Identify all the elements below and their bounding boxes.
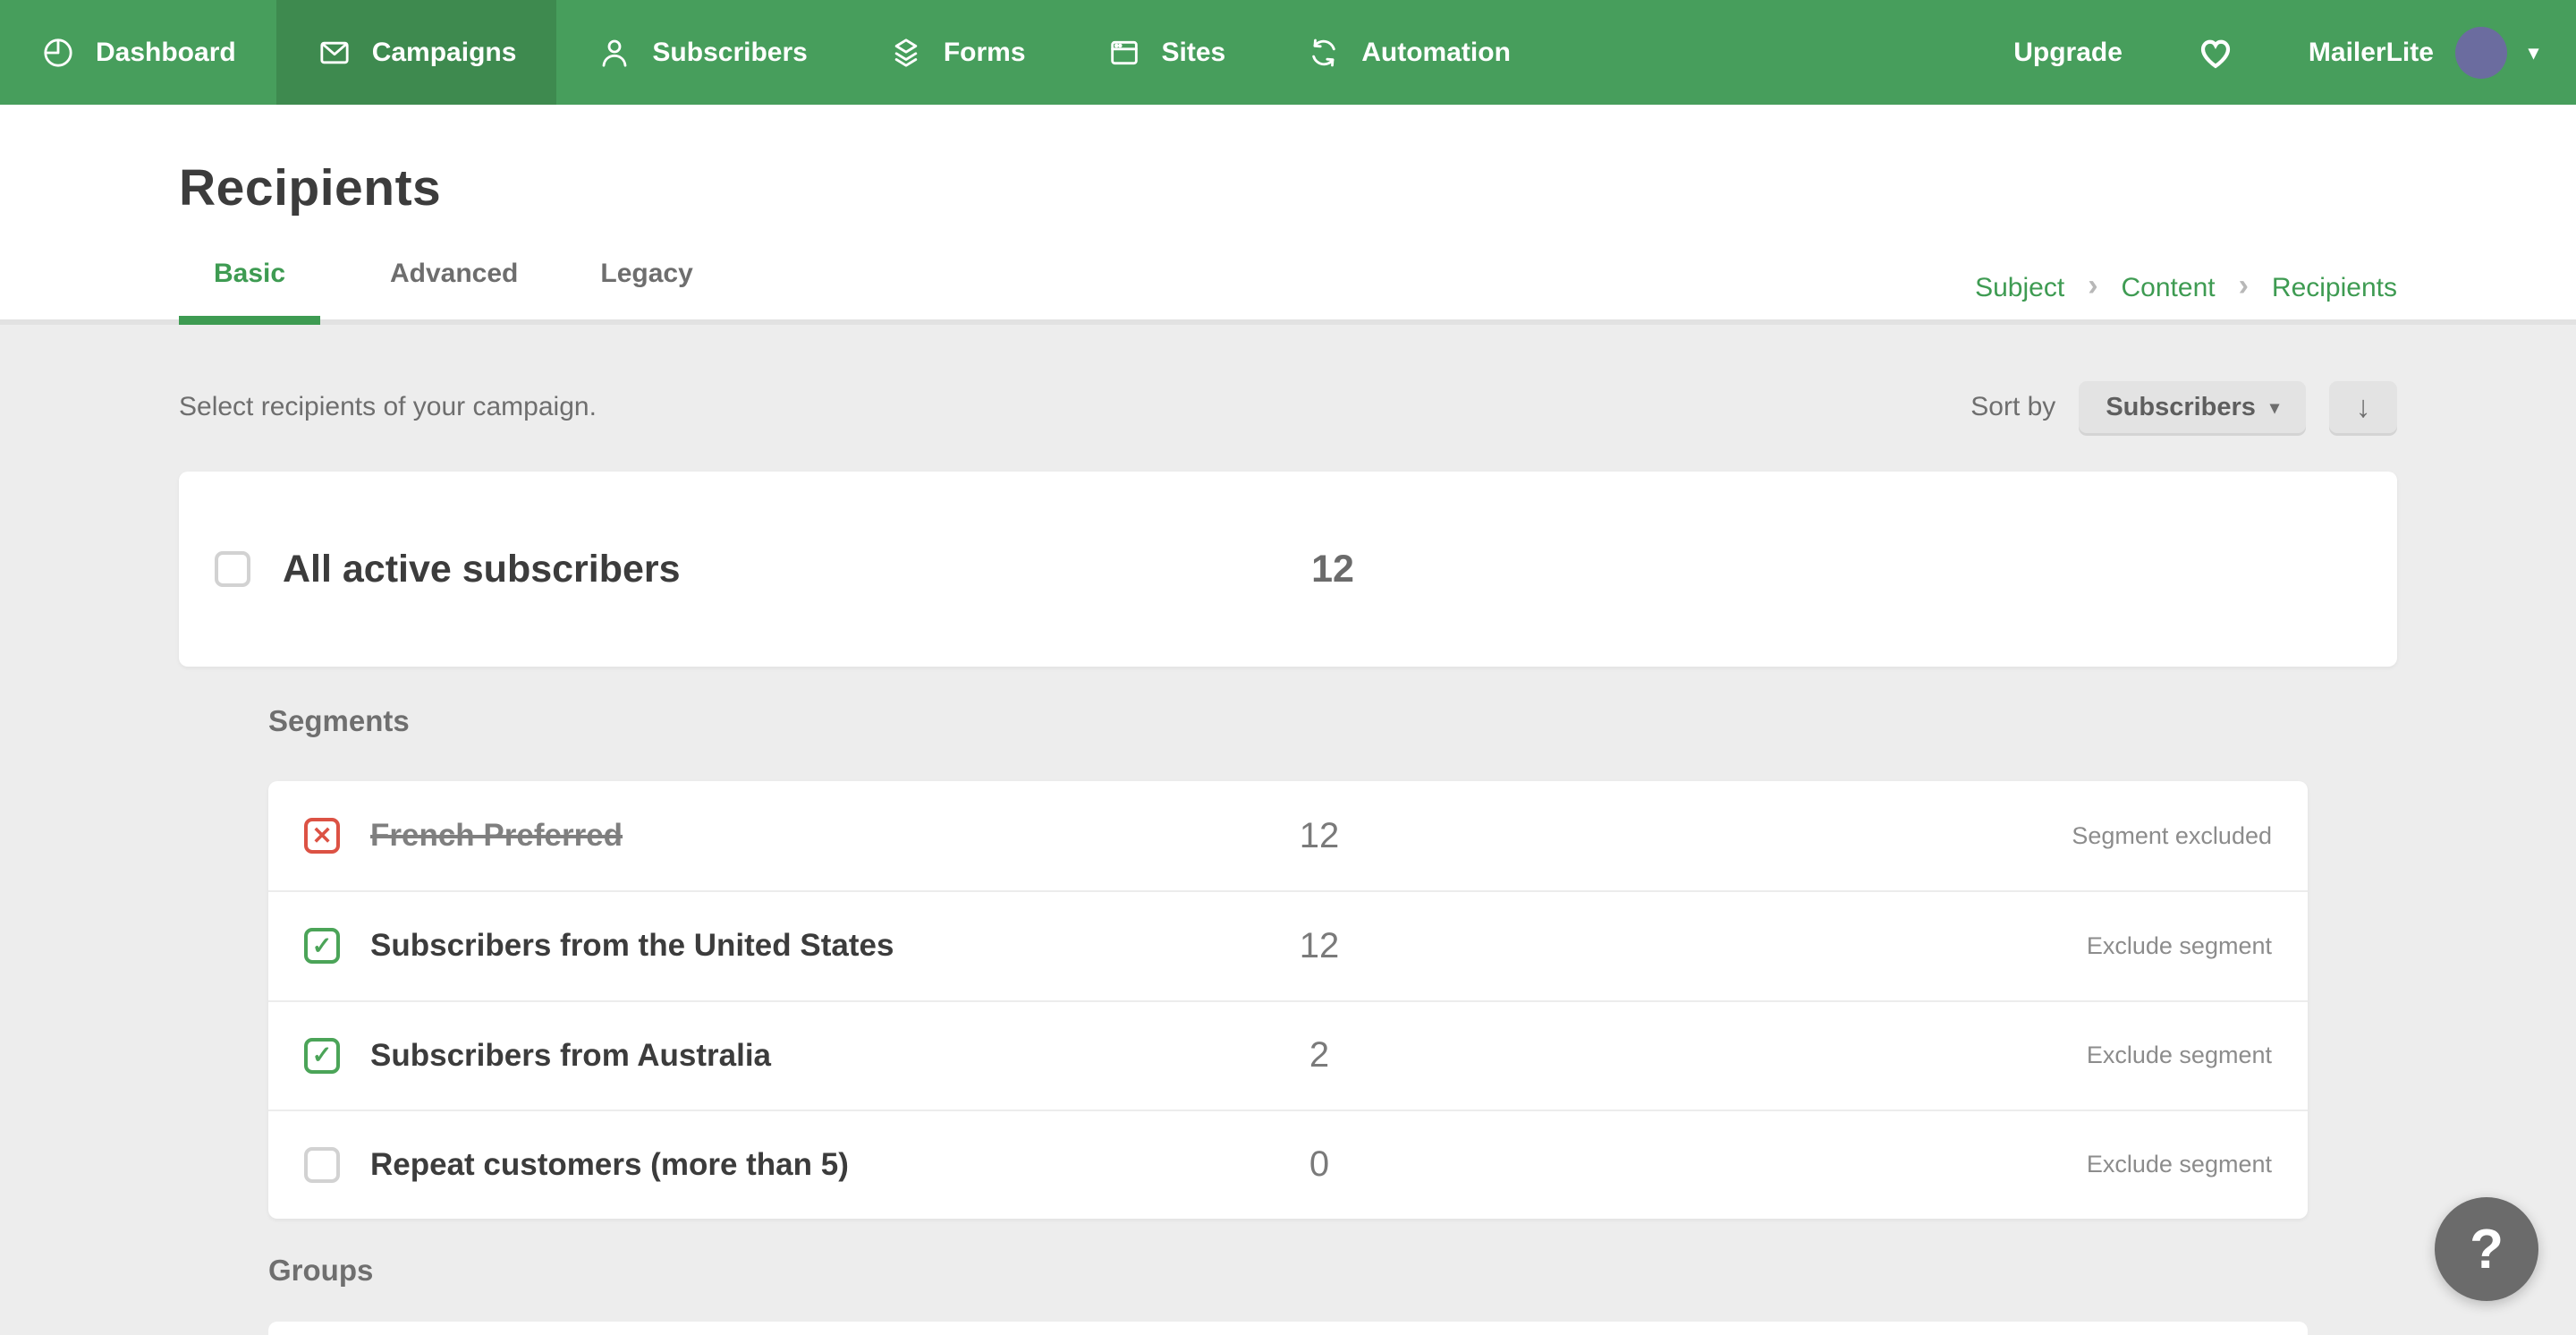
- upgrade-link[interactable]: Upgrade: [2013, 38, 2123, 68]
- segment-label: French Preferred: [370, 818, 623, 854]
- tab-legacy[interactable]: Legacy: [600, 259, 692, 319]
- segment-label: Subscribers from the United States: [370, 928, 894, 964]
- tab-advanced[interactable]: Advanced: [390, 259, 518, 319]
- segment-row[interactable]: Repeat customers (more than 5) 0 Exclude…: [268, 1110, 2308, 1219]
- nav-item-automation[interactable]: Automation: [1266, 0, 1551, 105]
- account-menu[interactable]: MailerLite ▾: [2309, 27, 2538, 79]
- forms-icon: [888, 35, 924, 71]
- page-header: Recipients Subject › Content › Recipient…: [0, 105, 2576, 325]
- breadcrumb-subject[interactable]: Subject: [1975, 273, 2064, 303]
- breadcrumb-content[interactable]: Content: [2122, 273, 2216, 303]
- all-active-count: 12: [1288, 548, 1377, 591]
- heart-icon[interactable]: [2196, 34, 2235, 72]
- help-button[interactable]: ?: [2435, 1197, 2538, 1301]
- nav-item-label: Campaigns: [372, 38, 517, 68]
- chevron-down-icon: ▾: [2529, 43, 2538, 63]
- segment-checkbox[interactable]: [304, 1147, 340, 1183]
- segment-count: 0: [1279, 1144, 1360, 1185]
- nav-item-label: Dashboard: [96, 38, 236, 68]
- nav-item-label: Forms: [944, 38, 1026, 68]
- segment-label: Subscribers from Australia: [370, 1038, 771, 1074]
- chevron-right-icon: ›: [2088, 270, 2097, 301]
- sites-icon: [1106, 35, 1142, 71]
- segment-action[interactable]: Exclude segment: [2087, 1151, 2272, 1178]
- nav-item-dashboard[interactable]: Dashboard: [0, 0, 276, 105]
- page-description: Select recipients of your campaign.: [179, 392, 597, 422]
- segment-count: 12: [1279, 816, 1360, 856]
- all-active-label: All active subscribers: [283, 548, 681, 591]
- nav-item-label: Automation: [1361, 38, 1511, 68]
- top-navbar: Dashboard Campaigns Subscribers Forms Si…: [0, 0, 2576, 105]
- segment-label: Repeat customers (more than 5): [370, 1147, 849, 1183]
- automation-icon: [1306, 35, 1342, 71]
- nav-item-sites[interactable]: Sites: [1066, 0, 1267, 105]
- subscribers-icon: [597, 35, 632, 71]
- segment-row[interactable]: ✕ French Preferred 12 Segment excluded: [268, 781, 2308, 890]
- caret-down-icon: ▾: [2270, 396, 2279, 419]
- segment-row[interactable]: ✓ Subscribers from the United States 12 …: [268, 890, 2308, 999]
- toolbar: Select recipients of your campaign. Sort…: [179, 380, 2397, 434]
- sort-controls: Sort by Subscribers ▾ ↓: [1970, 381, 2397, 433]
- tab-basic[interactable]: Basic: [179, 259, 320, 319]
- tab-bar: Basic Advanced Legacy: [179, 259, 693, 319]
- page-title: Recipients: [179, 158, 441, 217]
- segments-list: ✕ French Preferred 12 Segment excluded ✓…: [268, 781, 2308, 1219]
- all-active-checkbox[interactable]: [215, 551, 250, 587]
- segment-row[interactable]: ✓ Subscribers from Australia 2 Exclude s…: [268, 1000, 2308, 1110]
- segment-checkbox[interactable]: ✓: [304, 1038, 340, 1074]
- segment-checkbox[interactable]: ✕: [304, 818, 340, 854]
- sort-dropdown[interactable]: Subscribers ▾: [2079, 381, 2306, 433]
- segment-action[interactable]: Exclude segment: [2087, 932, 2272, 960]
- segment-action[interactable]: Exclude segment: [2087, 1042, 2272, 1069]
- question-mark-icon: ?: [2470, 1218, 2504, 1281]
- sort-by-label: Sort by: [1970, 392, 2055, 422]
- nav-item-subscribers[interactable]: Subscribers: [556, 0, 847, 105]
- sort-direction-button[interactable]: ↓: [2329, 381, 2397, 433]
- sort-value: Subscribers: [2106, 393, 2256, 422]
- campaigns-icon: [317, 35, 352, 71]
- segment-action[interactable]: Segment excluded: [2072, 822, 2272, 850]
- navbar-right: Upgrade MailerLite ▾: [2013, 0, 2576, 105]
- account-name: MailerLite: [2309, 38, 2434, 68]
- avatar: [2455, 27, 2507, 79]
- arrow-down-icon: ↓: [2356, 390, 2371, 425]
- dashboard-icon: [40, 35, 76, 71]
- breadcrumb: Subject › Content › Recipients: [1975, 273, 2397, 303]
- segment-count: 12: [1279, 926, 1360, 966]
- nav-item-forms[interactable]: Forms: [848, 0, 1066, 105]
- all-active-subscribers-row[interactable]: All active subscribers 12: [179, 472, 2397, 667]
- breadcrumb-recipients[interactable]: Recipients: [2272, 273, 2397, 303]
- segment-count: 2: [1279, 1035, 1360, 1076]
- nav-item-campaigns[interactable]: Campaigns: [276, 0, 557, 105]
- chevron-right-icon: ›: [2239, 270, 2249, 301]
- segments-heading: Segments: [268, 704, 410, 738]
- nav-item-label: Subscribers: [652, 38, 807, 68]
- groups-list-partial: [268, 1322, 2308, 1335]
- groups-heading: Groups: [268, 1254, 373, 1288]
- nav-item-label: Sites: [1162, 38, 1226, 68]
- main-content: Select recipients of your campaign. Sort…: [0, 325, 2576, 1335]
- segment-checkbox[interactable]: ✓: [304, 928, 340, 964]
